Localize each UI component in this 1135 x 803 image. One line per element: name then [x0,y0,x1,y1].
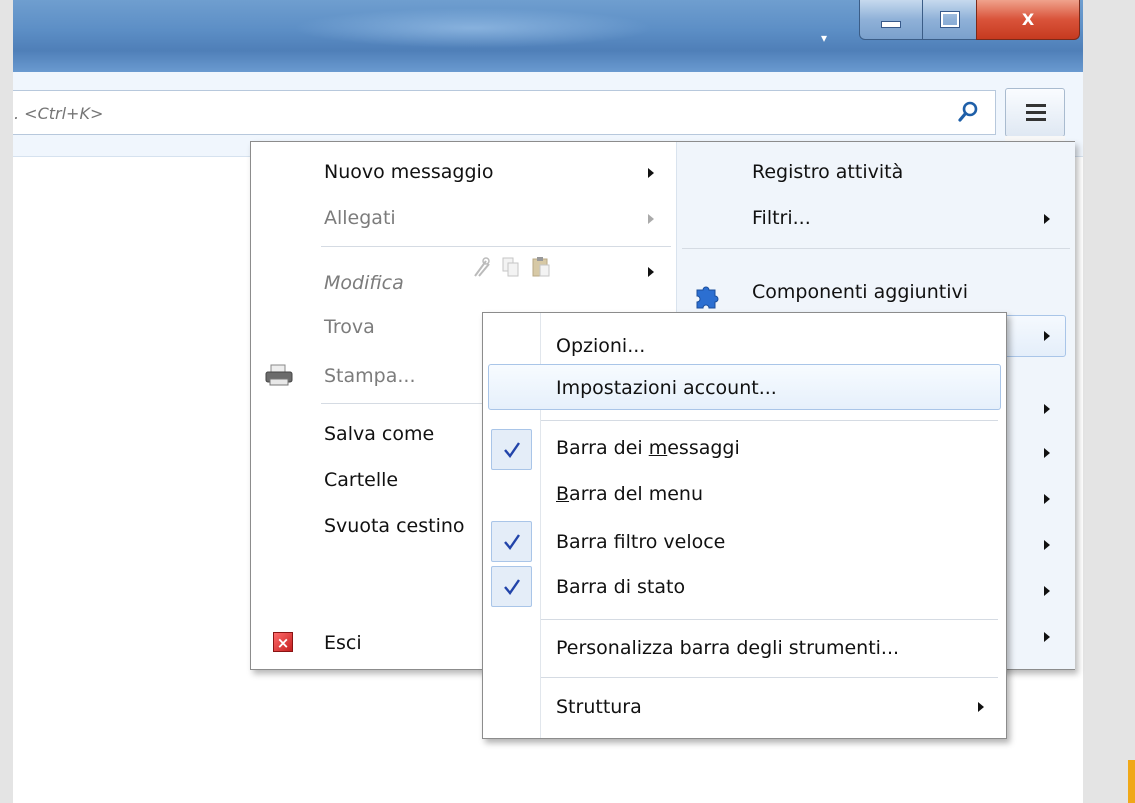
submenu-arrow-icon [1044,540,1050,550]
copy-icon[interactable] [501,256,521,278]
menu-item-barra-di-stato[interactable]: Barra di stato [556,576,685,598]
maximize-icon [939,11,960,28]
submenu-arrow-icon [1044,331,1050,341]
menu-item-stampa[interactable]: Stampa... [324,365,415,387]
app-menu-button[interactable] [1005,88,1065,145]
menu-item-trova[interactable]: Trova [324,316,375,338]
close-icon: X [1021,10,1035,29]
maximize-button[interactable] [922,0,977,40]
menu-item-label: arra del menu [569,483,704,505]
submenu-arrow-icon [1044,404,1050,414]
minimize-icon [881,21,901,28]
submenu-arrow-icon [648,267,654,277]
menu-item-barra-dei-messaggi[interactable]: Barra dei messaggi [556,437,740,459]
menu-item-allegati[interactable]: Allegati [324,207,396,229]
submenu-arrow-icon [1044,214,1050,224]
submenu-arrow-icon [648,214,654,224]
checkbox-barra-di-stato[interactable] [491,566,532,607]
menu-separator [541,619,998,620]
accesskey-letter: m [648,437,668,459]
cut-icon[interactable] [471,256,491,278]
paste-icon[interactable] [531,256,551,278]
menu-item-label: Barra dei [556,437,649,459]
menu-item-salva-come[interactable]: Salva come [324,423,434,445]
submenu-arrow-icon [1044,586,1050,596]
menu-item-barra-filtro-veloce[interactable]: Barra filtro veloce [556,531,725,553]
search-icon[interactable] [957,101,979,123]
submenu-arrow-icon [1044,448,1050,458]
menu-item-impostazioni-account[interactable]: Impostazioni account... [556,377,777,399]
options-submenu: Opzioni... Impostazioni account... Barra… [482,312,1007,739]
menu-item-filtri[interactable]: Filtri... [752,207,811,229]
hamburger-menu-icon [1026,118,1046,121]
menu-item-modifica[interactable]: Modifica [324,272,404,294]
menu-item-svuota-cestino[interactable]: Svuota cestino [324,515,465,537]
menu-item-opzioni[interactable]: Opzioni... [556,335,645,357]
menu-item-esci[interactable]: Esci [324,632,362,654]
submenu-arrow-icon [648,168,654,178]
checkbox-barra-dei-messaggi[interactable] [491,429,532,470]
exit-icon: × [273,632,293,652]
submenu-arrow-icon [978,702,984,712]
menu-item-componenti-aggiuntivi[interactable]: Componenti aggiuntivi [752,281,968,303]
menu-item-registro-attivita[interactable]: Registro attività [752,161,903,183]
minimize-button[interactable] [859,0,923,40]
close-button[interactable]: X [976,0,1080,40]
corner-accent [1128,760,1135,803]
search-input[interactable] [13,91,946,136]
menu-item-barra-del-menu[interactable]: Barra del menu [556,483,703,505]
menu-separator [541,677,998,678]
menu-item-struttura[interactable]: Struttura [556,696,642,718]
title-dropdown-icon[interactable]: ▾ [816,30,832,46]
menu-separator [682,248,1070,249]
edit-icons-group [471,256,551,278]
submenu-arrow-icon [1044,632,1050,642]
check-icon [504,534,520,550]
menu-item-label: essaggi [667,437,740,459]
checkbox-barra-filtro-veloce[interactable] [491,521,532,562]
menu-separator [321,246,671,247]
search-box[interactable] [13,90,996,136]
menu-item-personalizza-barra[interactable]: Personalizza barra degli strumenti... [556,637,899,659]
submenu-arrow-icon [1044,494,1050,504]
puzzle-piece-icon [696,286,719,309]
printer-icon [265,364,293,386]
hamburger-menu-icon [1026,111,1046,114]
menu-item-cartelle[interactable]: Cartelle [324,469,398,491]
check-icon [504,442,520,458]
hamburger-menu-icon [1026,104,1046,107]
title-bar-glow [293,8,653,48]
menu-separator [541,420,998,421]
accesskey-letter: B [556,483,570,505]
menu-item-nuovo-messaggio[interactable]: Nuovo messaggio [324,161,493,183]
title-bar: ▾ X [13,0,1083,72]
check-icon [504,579,520,595]
